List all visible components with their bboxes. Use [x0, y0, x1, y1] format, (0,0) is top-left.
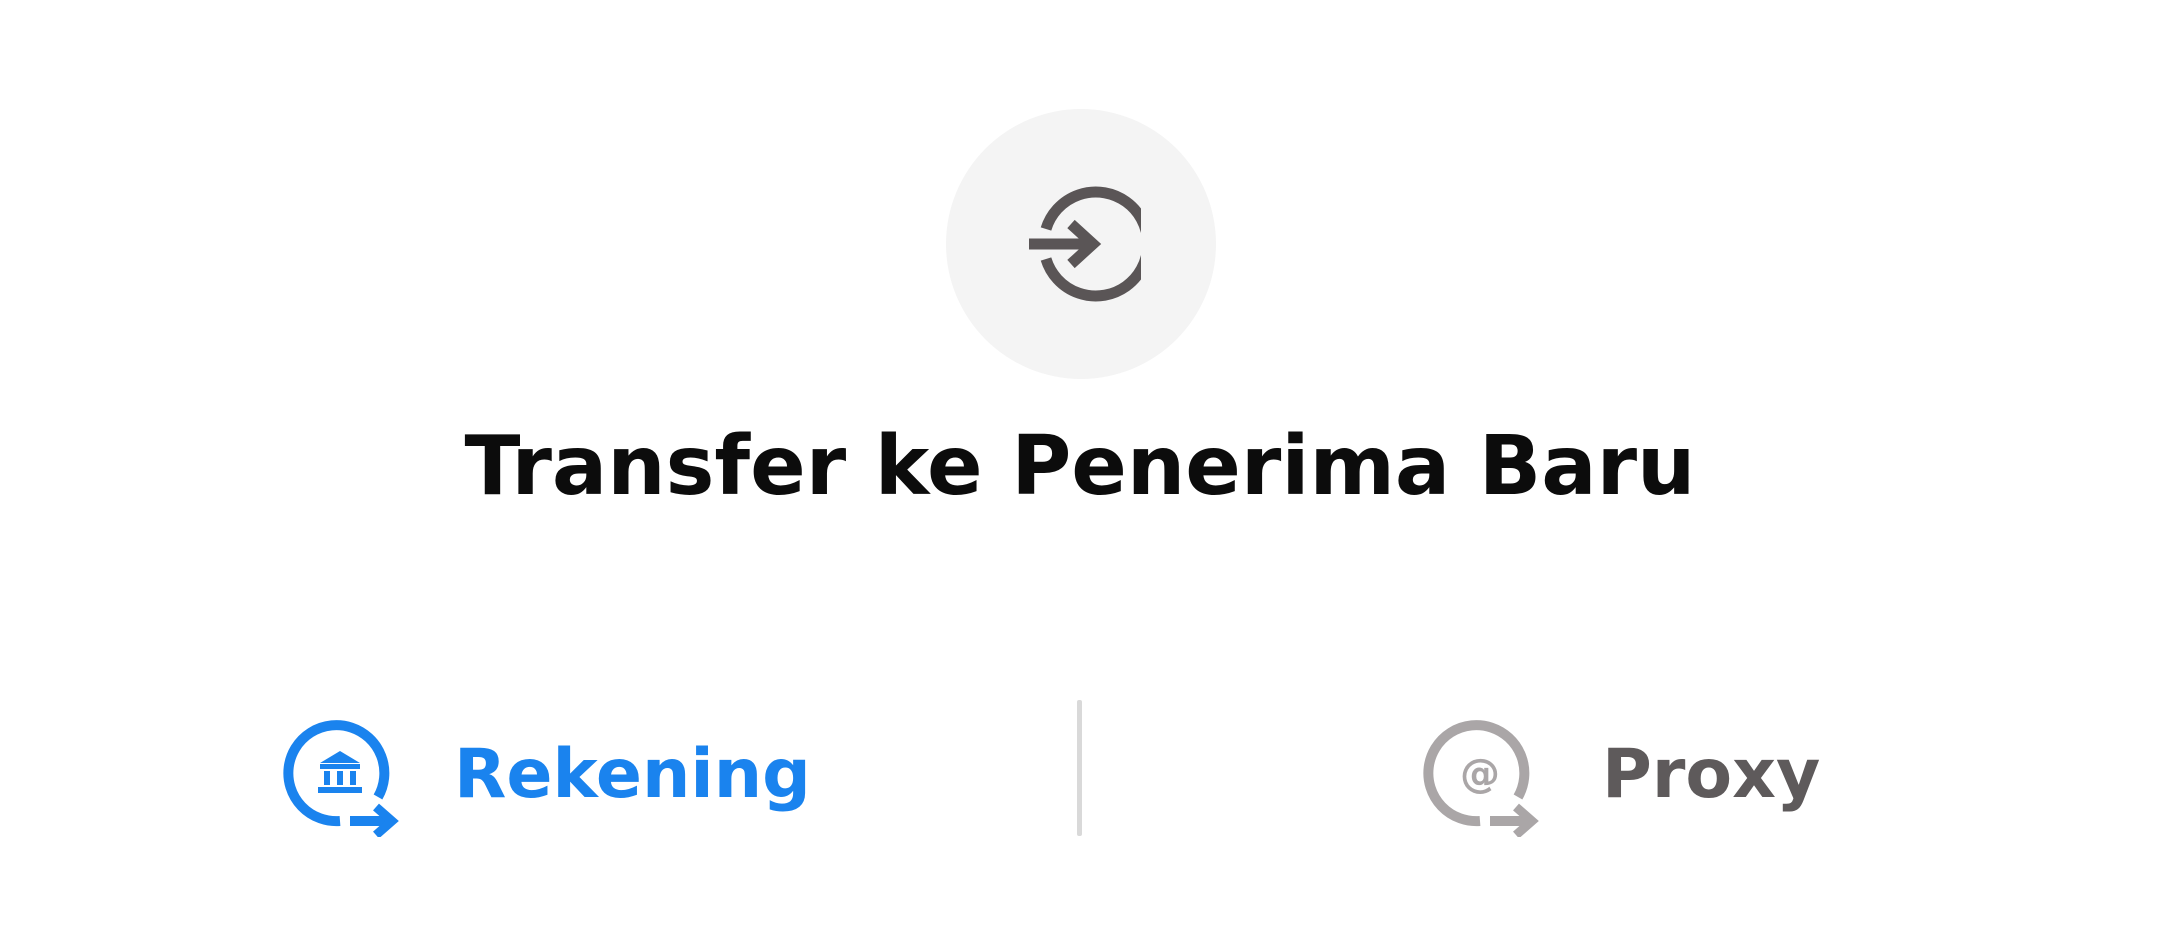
page-title: Transfer ke Penerima Baru — [464, 419, 1696, 514]
tab-divider — [1077, 700, 1082, 836]
tab-rekening-label: Rekening — [454, 735, 811, 814]
svg-text:@: @ — [1460, 751, 1500, 797]
tab-rekening[interactable]: Rekening — [280, 690, 920, 860]
bank-transfer-icon — [280, 713, 404, 837]
tab-proxy-label: Proxy — [1602, 735, 1821, 814]
tab-proxy[interactable]: @ Proxy — [1420, 690, 1880, 860]
header-icon-circle — [946, 109, 1216, 379]
login-arrow-icon — [1029, 186, 1141, 302]
at-transfer-icon: @ — [1420, 713, 1544, 837]
